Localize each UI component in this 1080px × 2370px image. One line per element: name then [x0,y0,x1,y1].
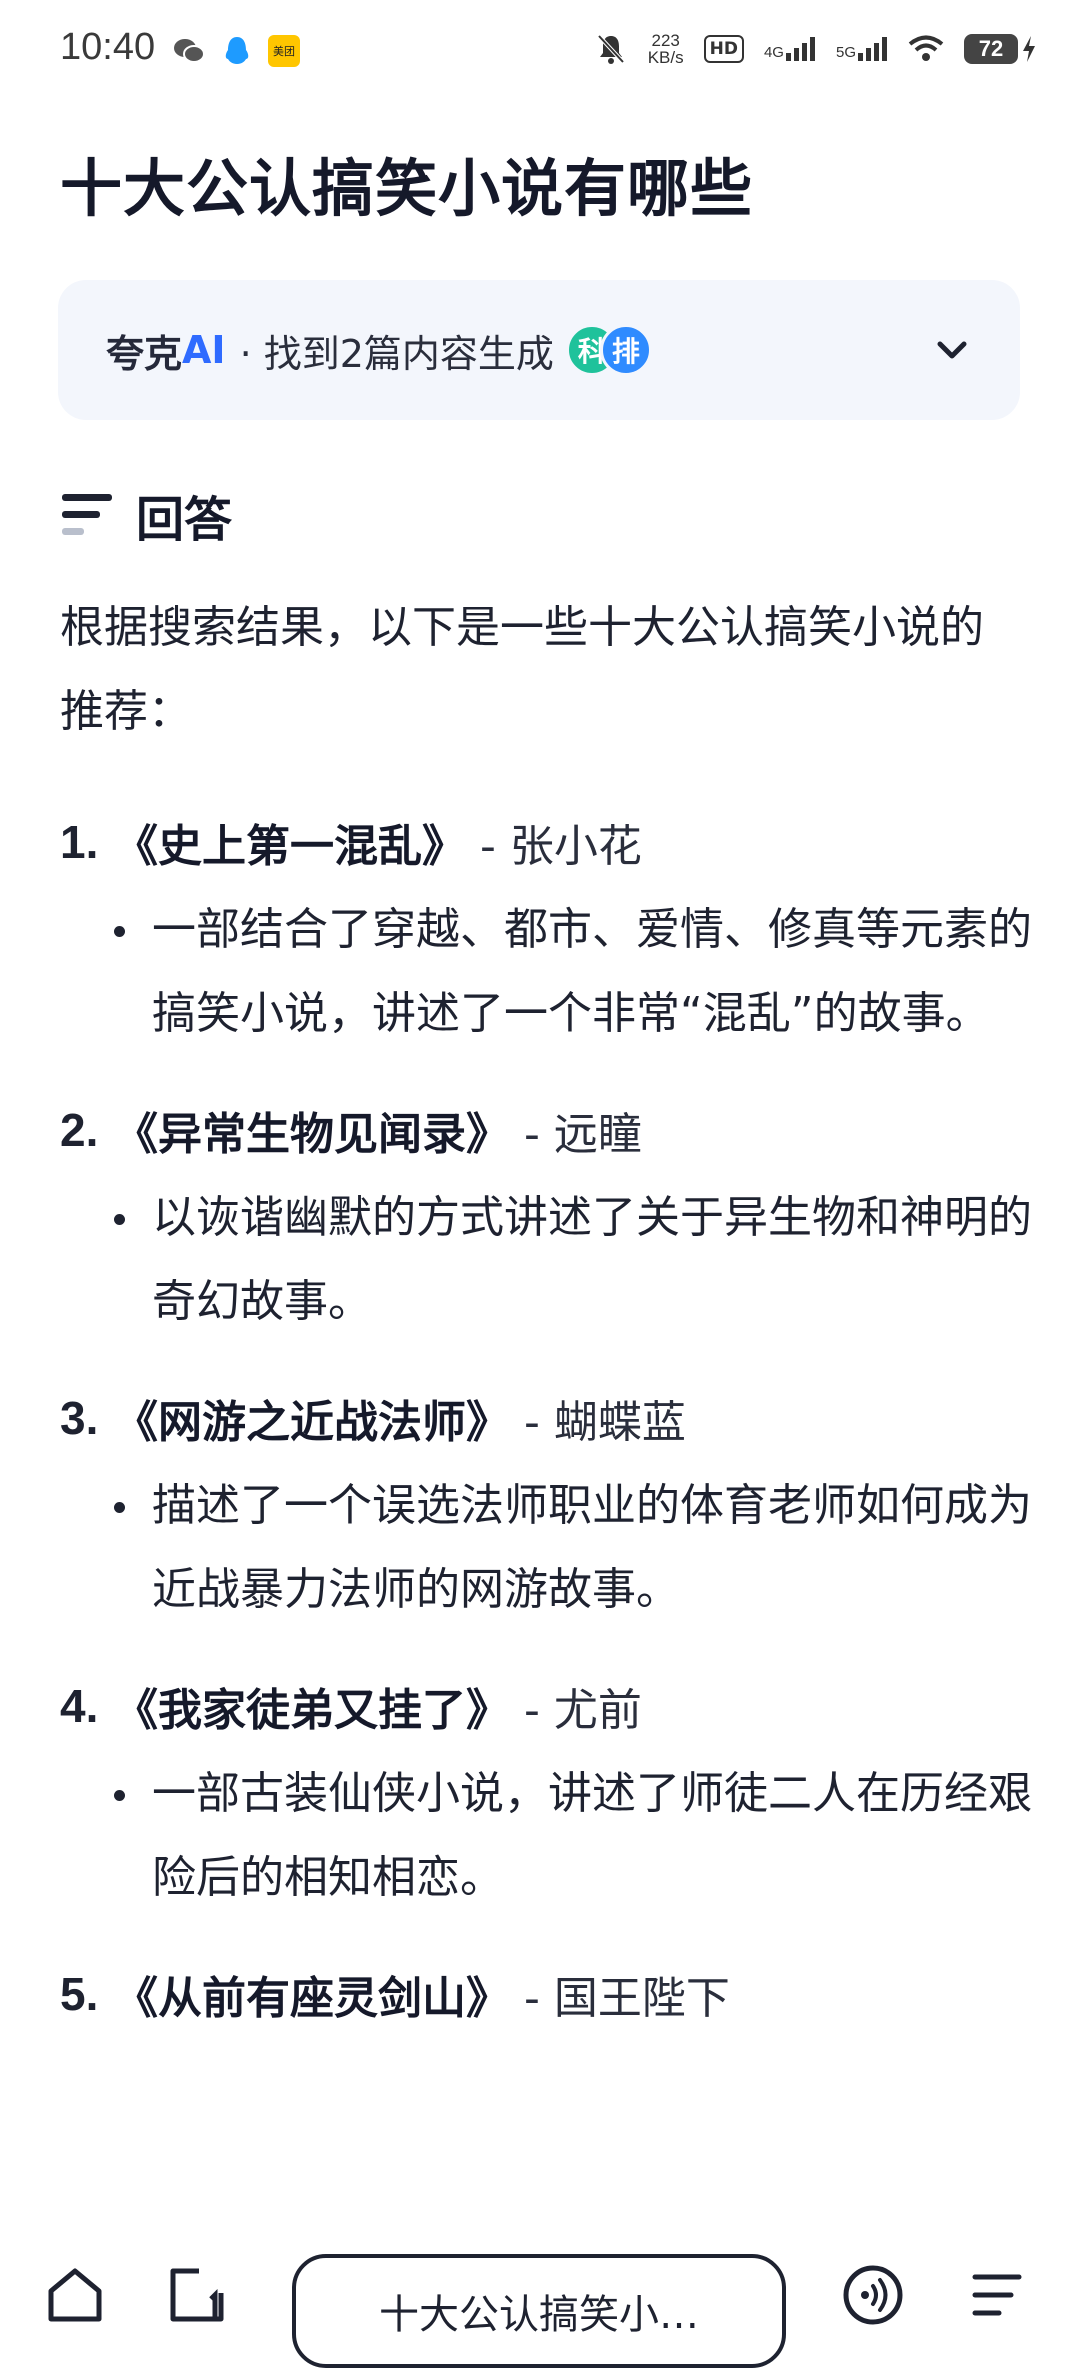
status-time: 10:40 [60,26,156,68]
voice-button[interactable] [838,2260,908,2330]
signal-5g: 5G [836,37,888,61]
list-item: 4. 《我家徒弟又挂了》 - 尤前 一部古装仙侠小说，讲述了师徒二人在历经艰险后… [60,1664,1032,1920]
item-head: 5. 《从前有座灵剑山》 - 国王陛下 [60,1952,1030,2036]
signal-bars-icon [785,37,815,61]
meituan-icon: 美团 [268,35,300,67]
novel-description: 一部古装仙侠小说，讲述了师徒二人在历经艰险后的相知相恋。 [114,1752,1032,1920]
search-bar-button[interactable]: 十大公认搞笑小… [292,2254,786,2368]
source-avatars: 科 排 [565,324,652,376]
signal-4g: 4G [764,37,816,61]
battery-level: 72 [964,34,1018,64]
item-number: 2. [60,1104,99,1156]
item-head: 1. 《史上第一混乱》 - 张小花 [60,800,1030,884]
novel-title[interactable]: 《异常生物见闻录》 [110,1098,514,1162]
tabs-button[interactable] [162,2260,232,2330]
status-system-icons: 223 KB/s HD 4G 5G 72 [594,32,1036,66]
source-count-text: · 找到2篇内容生成 [239,331,554,376]
list-item: 5. 《从前有座灵剑山》 - 国王陛下 [60,1952,1030,2036]
status-bar: 10:40 美团 223 KB/s HD 4G 5G 72 [0,0,1080,108]
chevron-down-icon [937,341,967,359]
item-number: 1. [60,816,99,868]
home-button[interactable] [40,2260,110,2330]
bottom-nav-bar: 十大公认搞笑小… [0,2218,1080,2370]
home-icon [48,2268,102,2322]
novel-title[interactable]: 《史上第一混乱》 [110,810,470,874]
answer-lines-icon [62,494,112,535]
page-title: 十大公认搞笑小说有哪些 [60,152,754,225]
item-head: 4. 《我家徒弟又挂了》 - 尤前 [60,1664,1030,1748]
item-head: 2. 《异常生物见闻录》 - 远瞳 [60,1088,1030,1172]
novel-title[interactable]: 《网游之近战法师》 [110,1386,514,1450]
hd-badge: HD [703,35,744,63]
novel-author: - 尤前 [524,1685,642,1736]
source-avatar: 排 [599,324,652,376]
novel-description: 描述了一个误选法师职业的体育老师如何成为近战暴力法师的网游故事。 [114,1464,1032,1632]
list-item: 3. 《网游之近战法师》 - 蝴蝶蓝 描述了一个误选法师职业的体育老师如何成为近… [60,1376,1032,1632]
novel-author: - 张小花 [480,821,642,872]
expand-sources-button[interactable] [928,326,976,374]
item-number: 4. [60,1680,99,1732]
net-speed: 223 KB/s [647,31,684,67]
brand-ai: AI [182,328,226,372]
answer-label: 回答 [136,492,233,548]
answer-header: 回答 [60,480,232,550]
list-item: 1. 《史上第一混乱》 - 张小花 一部结合了穿越、都市、爱情、修真等元素的搞笑… [60,800,1032,1056]
source-card[interactable]: 夸克 AI · 找到2篇内容生成 科 排 [58,280,1020,420]
voice-wave-icon [843,2265,903,2325]
menu-button[interactable] [960,2260,1030,2330]
status-notification-icons: 美团 [172,34,300,68]
qq-icon [225,37,249,64]
signal-bars-icon [858,37,887,61]
tabs-icon [170,2268,224,2322]
novel-author: - 蝴蝶蓝 [524,1397,686,1448]
battery-indicator: 72 [964,34,1036,64]
answer-intro: 根据搜索结果，以下是一些十大公认搞笑小说的推荐： [60,602,984,737]
novel-author: - 国王陛下 [524,1973,730,2024]
charging-icon [1023,36,1035,62]
item-number: 3. [60,1392,99,1444]
item-number: 5. [60,1968,99,2020]
menu-icon [972,2274,1022,2316]
novel-author: - 远瞳 [524,1109,642,1160]
novel-description: 一部结合了穿越、都市、爱情、修真等元素的搞笑小说，讲述了一个非常“混乱”的故事。 [114,888,1032,1056]
novel-title[interactable]: 《从前有座灵剑山》 [110,1962,514,2026]
brand-name: 夸克 [106,331,183,376]
scroll-fade [0,2120,1080,2220]
mute-bell-icon [597,34,625,64]
novel-title[interactable]: 《我家徒弟又挂了》 [110,1674,514,1738]
novel-description: 以诙谐幽默的方式讲述了关于异生物和神明的奇幻故事。 [114,1176,1032,1344]
item-head: 3. 《网游之近战法师》 - 蝴蝶蓝 [60,1376,1030,1460]
list-item: 2. 《异常生物见闻录》 - 远瞳 以诙谐幽默的方式讲述了关于异生物和神明的奇幻… [60,1088,1032,1344]
wechat-icon [174,39,205,63]
wifi-icon [908,35,944,61]
novel-list: 1. 《史上第一混乱》 - 张小花 一部结合了穿越、都市、爱情、修真等元素的搞笑… [60,800,1032,2068]
